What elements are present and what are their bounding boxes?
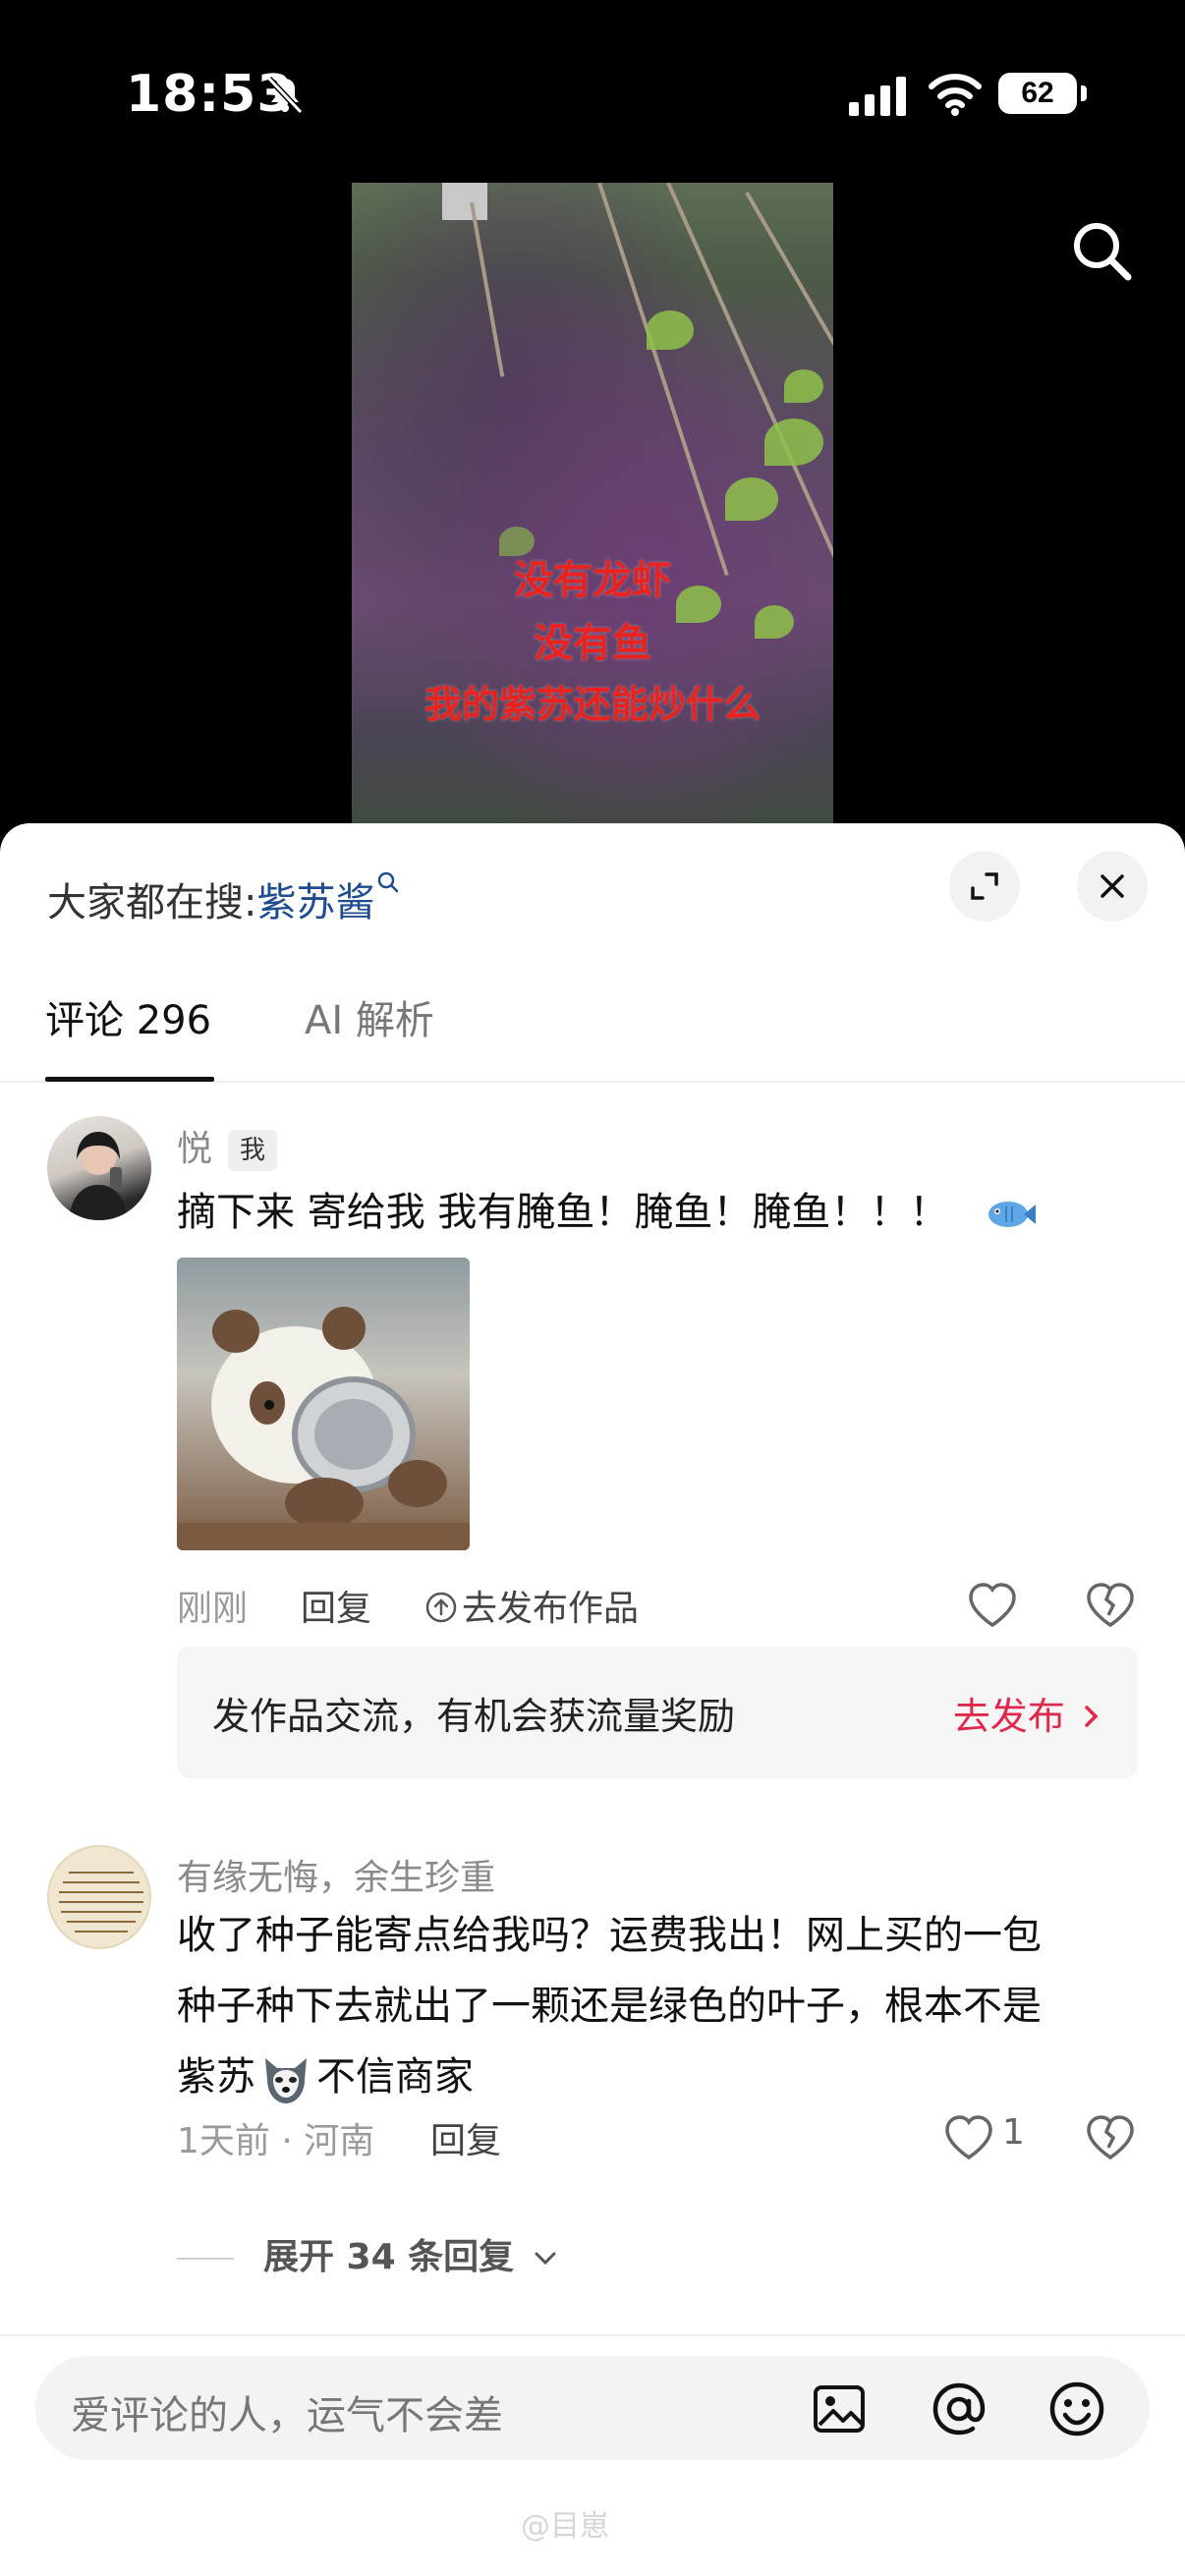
close-icon xyxy=(1100,874,1124,898)
promo-publish-button[interactable]: 去发布 xyxy=(953,1686,1100,1740)
video-caption-line: 没有鱼 xyxy=(534,621,651,666)
comment-text: 摘下来 寄给我 我有腌鱼！腌鱼！腌鱼！！！ xyxy=(177,1177,1038,1248)
battery-level: 62 xyxy=(1021,77,1054,109)
comment-username[interactable]: 有缘无悔，余生珍重 xyxy=(177,1849,495,1900)
fish-emoji xyxy=(988,1202,1037,1227)
hot-search-bar[interactable]: 大家都在搜:紫苏酱 xyxy=(47,870,400,927)
chevron-right-icon xyxy=(1085,1706,1099,1727)
search-icon[interactable] xyxy=(1067,216,1136,285)
emoji-icon[interactable] xyxy=(1047,2380,1106,2438)
active-tab-indicator xyxy=(45,1077,214,1082)
avatar-image xyxy=(69,1132,128,1220)
expand-button[interactable] xyxy=(949,851,1020,922)
search-icon xyxy=(378,871,399,893)
at-icon[interactable] xyxy=(930,2380,988,2438)
watermark: @目崽 xyxy=(521,2509,609,2544)
leaf xyxy=(725,477,778,521)
expand-icon xyxy=(971,872,998,900)
reply-button[interactable]: 回复 xyxy=(301,1580,371,1631)
comment-time: 刚刚 xyxy=(177,1589,249,1629)
reply-button[interactable]: 回复 xyxy=(430,2112,501,2163)
dislike-broken-heart-icon[interactable] xyxy=(1085,1582,1136,1629)
comment-tabs: 评论 296 AI 解析 xyxy=(0,971,1185,1083)
bamboo-pole xyxy=(597,183,729,577)
panda-sticker xyxy=(177,1307,470,1550)
me-badge: 我 xyxy=(228,1130,278,1171)
video-background-detail xyxy=(442,183,487,220)
close-button[interactable] xyxy=(1077,851,1148,922)
like-heart-icon[interactable] xyxy=(943,2114,994,2161)
comment-text-line: 种子种下去就出了一颗还是绿色的叶子，根本不是 xyxy=(177,1984,1042,2029)
dislike-broken-heart-icon[interactable] xyxy=(1085,2114,1136,2161)
expand-replies-button[interactable]: 展开 34 条回复 xyxy=(177,2228,558,2279)
chevron-down-icon xyxy=(535,2252,556,2266)
image-icon[interactable] xyxy=(812,2381,867,2436)
cellular-signal-icon xyxy=(849,77,906,116)
like-heart-icon[interactable] xyxy=(967,1582,1018,1629)
comment-time-location: 1天前 · 河南 xyxy=(177,2121,375,2161)
comment-username[interactable]: 悦我 xyxy=(177,1120,278,1171)
hot-search-keyword[interactable]: 紫苏酱 xyxy=(256,880,374,925)
leaf xyxy=(764,419,823,466)
tab-comments[interactable]: 评论 296 xyxy=(45,988,211,1045)
tab-ai-analysis[interactable]: AI 解析 xyxy=(305,988,434,1045)
promo-banner[interactable]: 发作品交流，有机会获流量奖励 去发布 xyxy=(177,1647,1138,1778)
comment-sticker-image[interactable] xyxy=(177,1258,470,1550)
avatar[interactable] xyxy=(47,1845,151,1949)
publish-work-button[interactable]: 去发布作品 xyxy=(424,1580,639,1631)
hot-search-label: 大家都在搜: xyxy=(47,880,257,925)
leaf xyxy=(647,310,694,350)
video-caption-line: 没有龙虾 xyxy=(514,558,671,603)
comment-text-line: 收了种子能寄点给我吗？运费我出！网上买的一包 xyxy=(177,1913,1042,1958)
comment-text-line: 紫苏 不信商家 xyxy=(177,2042,474,2112)
status-bar: 18:53 62 xyxy=(0,0,1185,187)
leaf xyxy=(784,369,823,403)
comment-input[interactable]: 爱评论的人，运气不会差 xyxy=(35,2356,1150,2460)
promo-text: 发作品交流，有机会获流量奖励 xyxy=(212,1695,736,1738)
like-count: 1 xyxy=(1002,2112,1025,2153)
bamboo-pole xyxy=(470,201,505,377)
video-player[interactable]: 没有龙虾 没有鱼 我的紫苏还能炒什么 xyxy=(352,183,833,823)
video-caption-line: 我的紫苏还能炒什么 xyxy=(423,683,761,726)
comment-input-placeholder: 爱评论的人，运气不会差 xyxy=(71,2393,503,2438)
wifi-icon xyxy=(929,74,982,116)
husky-emoji xyxy=(265,2058,307,2103)
comment-sheet: 大家都在搜:紫苏酱 评论 296 AI 解析 悦我 摘下来 寄给我 我有腌鱼！腌… xyxy=(0,823,1185,2576)
bell-slash-icon xyxy=(266,76,304,115)
battery-icon: 62 xyxy=(998,73,1087,114)
avatar-image xyxy=(59,1872,143,1932)
upload-circle-icon xyxy=(425,1592,457,1623)
avatar[interactable] xyxy=(47,1116,151,1220)
